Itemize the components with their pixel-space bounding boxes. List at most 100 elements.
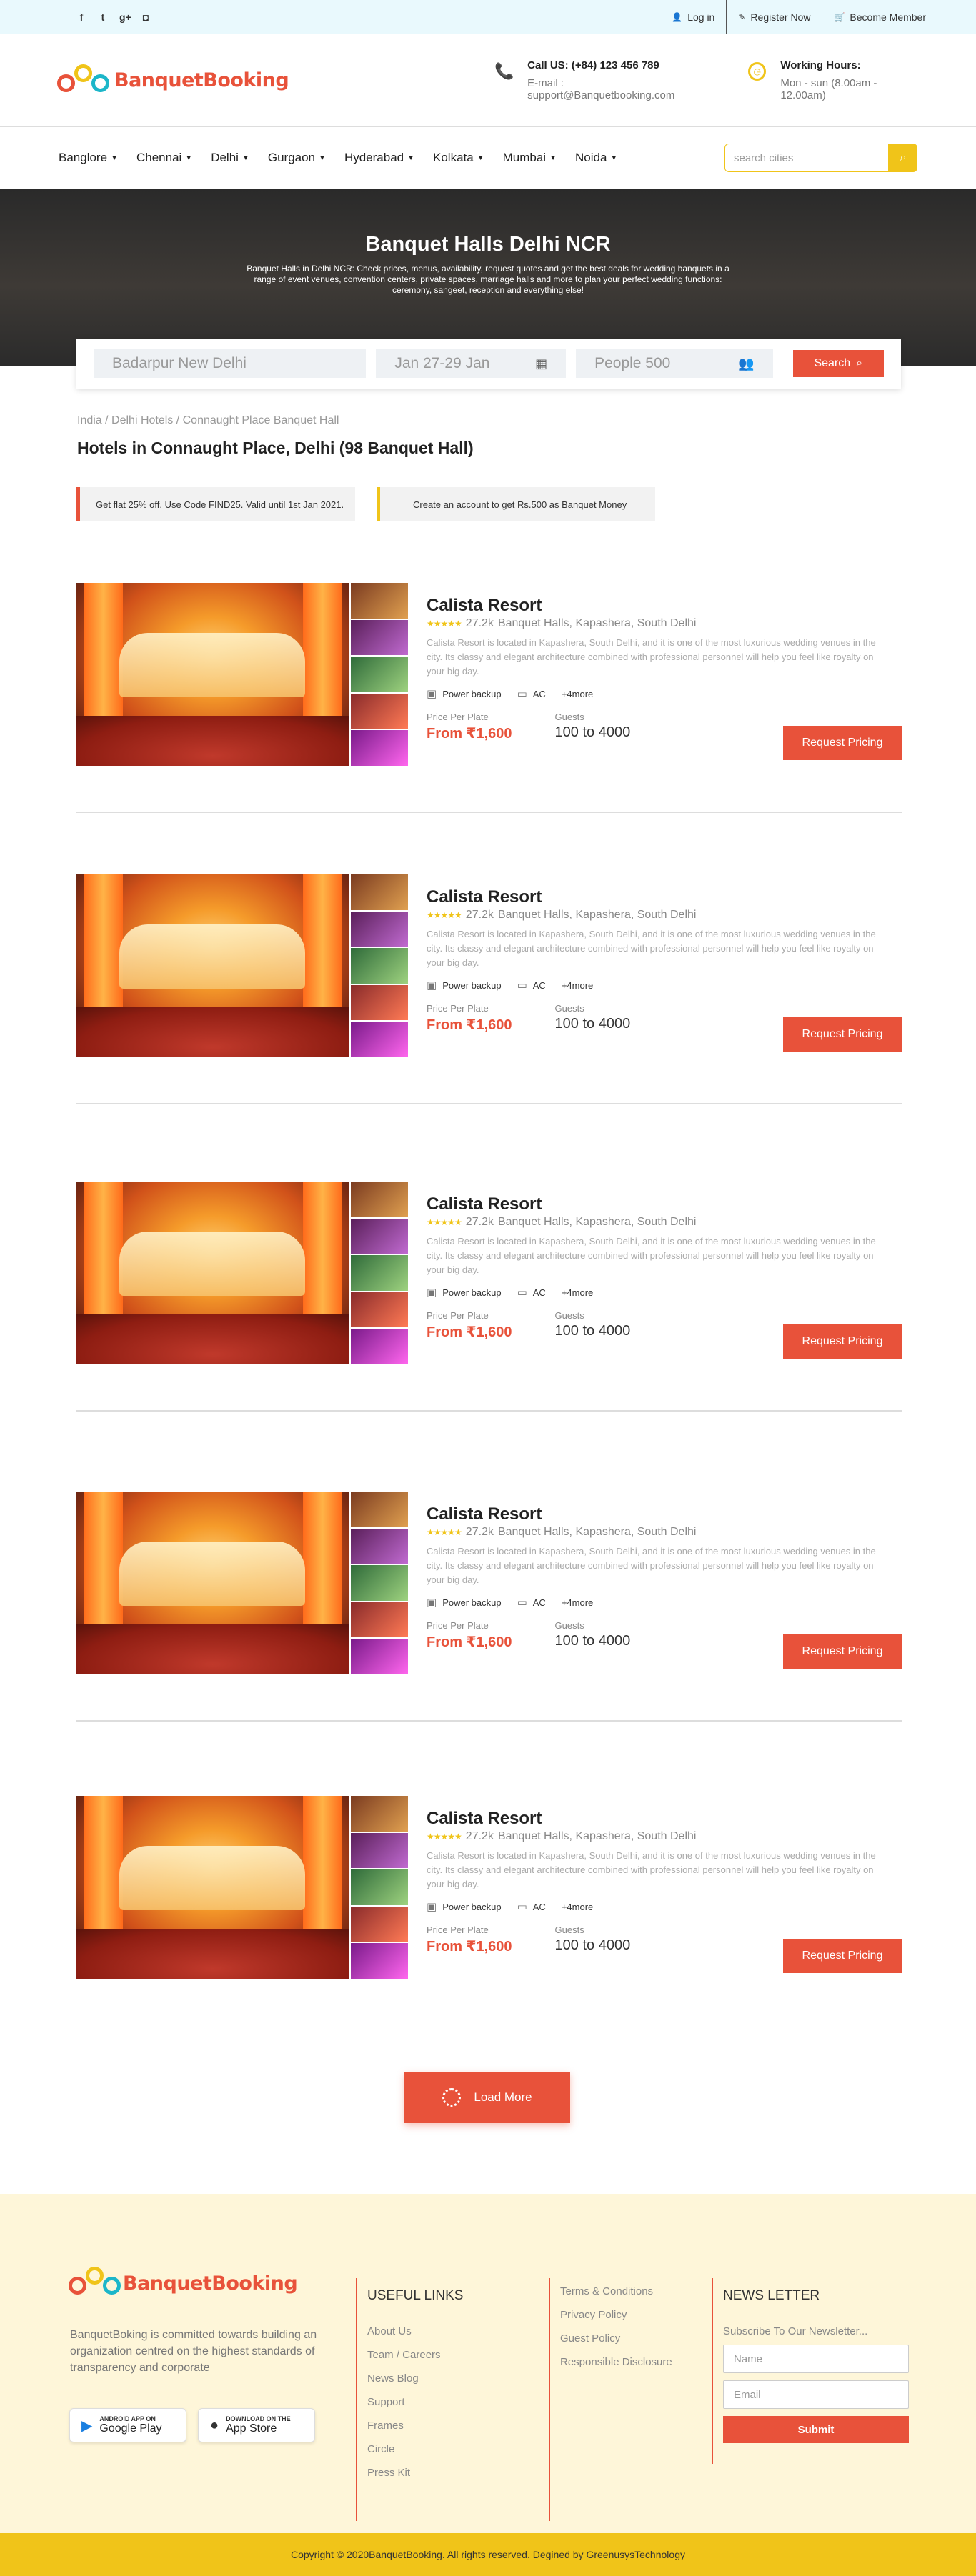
venue-thumbnail[interactable]: [351, 1022, 408, 1057]
venue-thumbnail[interactable]: [351, 693, 408, 729]
venue-card: Calista Resort ★★★★★ 27.2k Banquet Halls, K…: [76, 1492, 902, 1674]
venue-thumbnail[interactable]: [351, 1492, 408, 1527]
more-amenities-link[interactable]: +4more: [562, 689, 593, 699]
nav-item-gurgaon[interactable]: Gurgaon ▼: [268, 151, 326, 165]
venue-thumbnail[interactable]: [351, 874, 408, 910]
search-icon[interactable]: ⌕: [889, 144, 917, 172]
hours-title: Working Hours:: [780, 59, 861, 71]
nav-item-kolkata[interactable]: Kolkata ▼: [433, 151, 484, 165]
login-link[interactable]: 👤 Log in: [660, 0, 727, 34]
become-member-link[interactable]: 🛒 Become Member: [822, 0, 926, 34]
google-play-badge[interactable]: ▶ ANDROID APP ON Google Play: [69, 2408, 186, 2442]
venue-main-photo[interactable]: [76, 1492, 349, 1674]
nav-item-noida[interactable]: Noida ▼: [575, 151, 617, 165]
newsletter-column: NEWS LETTER Subscribe To Our Newsletter.…: [712, 2278, 909, 2464]
twitter-icon[interactable]: t: [98, 11, 108, 23]
more-amenities-link[interactable]: +4more: [562, 1287, 593, 1298]
register-link[interactable]: ✎ Register Now: [727, 0, 823, 34]
request-pricing-button[interactable]: Request Pricing: [783, 1324, 902, 1359]
venue-thumbnail[interactable]: [351, 948, 408, 984]
footer-link-about[interactable]: About Us: [367, 2325, 463, 2337]
venue-thumbnail[interactable]: [351, 1182, 408, 1217]
venue-thumbnail[interactable]: [351, 1796, 408, 1832]
listing-divider: [76, 812, 902, 813]
venue-thumbnail[interactable]: [351, 1639, 408, 1674]
app-store-badge[interactable]: ● DOWNLOAD ON THE App Store: [198, 2408, 315, 2442]
nav-item-mumbai[interactable]: Mumbai ▼: [503, 151, 557, 165]
newsletter-email-input[interactable]: Email: [723, 2380, 909, 2409]
price-label: Price Per Plate: [427, 712, 489, 722]
venue-name[interactable]: Calista Resort: [427, 1194, 902, 1214]
footer-link-press[interactable]: Press Kit: [367, 2467, 463, 2479]
more-amenities-link[interactable]: +4more: [562, 980, 593, 991]
footer-link-guest-policy[interactable]: Guest Policy: [560, 2332, 672, 2345]
footer-link-careers[interactable]: Team / Careers: [367, 2349, 463, 2361]
venue-thumbnail[interactable]: [351, 1528, 408, 1564]
venue-main-photo[interactable]: [76, 583, 349, 766]
location-input[interactable]: Badarpur New Delhi: [94, 349, 367, 378]
load-more-button[interactable]: Load More: [404, 2072, 570, 2123]
venue-name[interactable]: Calista Resort: [427, 1809, 902, 1829]
facebook-icon[interactable]: f: [76, 11, 86, 23]
loading-icon: [442, 2088, 462, 2107]
request-pricing-button[interactable]: Request Pricing: [783, 1017, 902, 1052]
venue-thumbnail[interactable]: [351, 1906, 408, 1942]
venue-thumbnail[interactable]: [351, 1292, 408, 1328]
venue-thumbnail[interactable]: [351, 1255, 408, 1291]
footer-link-terms[interactable]: Terms & Conditions: [560, 2285, 672, 2297]
request-pricing-button[interactable]: Request Pricing: [783, 726, 902, 760]
nav-item-delhi[interactable]: Delhi ▼: [211, 151, 249, 165]
people-input[interactable]: People 500 👥: [576, 349, 773, 378]
date-input[interactable]: Jan 27-29 Jan ▦: [376, 349, 567, 378]
venue-thumbnail[interactable]: [351, 1832, 408, 1869]
newsletter-name-input[interactable]: Name: [723, 2345, 909, 2373]
breadcrumb[interactable]: India / Delhi Hotels / Connaught Place B…: [77, 414, 339, 427]
nav-item-banglore[interactable]: Banglore ▼: [59, 151, 118, 165]
request-pricing-button[interactable]: Request Pricing: [783, 1634, 902, 1669]
venue-main-photo[interactable]: [76, 1796, 349, 1979]
venue-thumbnail[interactable]: [351, 619, 408, 656]
venue-thumbnail[interactable]: [351, 911, 408, 947]
footer-link-privacy[interactable]: Privacy Policy: [560, 2309, 672, 2321]
venue-name[interactable]: Calista Resort: [427, 596, 902, 616]
footer-link-blog[interactable]: News Blog: [367, 2372, 463, 2385]
venue-meta: ★★★★★ 27.2k Banquet Halls, Kapashera, Sout…: [427, 1830, 902, 1843]
site-logo[interactable]: BanquetBooking: [57, 63, 402, 99]
newsletter-submit-button[interactable]: Submit: [723, 2416, 909, 2443]
venue-thumbnail[interactable]: [351, 1869, 408, 1905]
request-pricing-button[interactable]: Request Pricing: [783, 1939, 902, 1973]
more-amenities-link[interactable]: +4more: [562, 1902, 593, 1912]
footer-link-frames[interactable]: Frames: [367, 2420, 463, 2432]
venue-thumbnail[interactable]: [351, 1565, 408, 1601]
venue-name[interactable]: Calista Resort: [427, 887, 902, 907]
venue-thumbnail[interactable]: [351, 1218, 408, 1254]
venue-thumbnail[interactable]: [351, 1943, 408, 1979]
venue-thumbnail[interactable]: [351, 657, 408, 692]
venue-thumbnail[interactable]: [351, 583, 408, 619]
venue-amenities: ▣ Power backup ▭ AC +4more: [427, 1287, 594, 1299]
venue-card: Calista Resort ★★★★★ 27.2k Banquet Halls, K…: [76, 583, 902, 766]
footer-link-disclosure[interactable]: Responsible Disclosure: [560, 2356, 672, 2368]
footer-link-support[interactable]: Support: [367, 2396, 463, 2408]
venue-thumbnail[interactable]: [351, 984, 408, 1021]
footer-logo[interactable]: BanquetBooking: [69, 2265, 298, 2301]
instagram-icon[interactable]: ◘: [141, 11, 151, 23]
venue-thumbnail[interactable]: [351, 1602, 408, 1638]
google-plus-icon[interactable]: g+: [119, 11, 131, 23]
search-button[interactable]: Search ⌕: [792, 350, 885, 377]
venue-name[interactable]: Calista Resort: [427, 1504, 902, 1524]
venue-main-photo[interactable]: [76, 1182, 349, 1364]
cart-icon: 🛒: [834, 12, 845, 22]
listing-divider: [76, 1720, 902, 1722]
venue-main-photo[interactable]: [76, 874, 349, 1057]
email-text[interactable]: E-mail : support@Banquetbooking.com: [527, 77, 705, 101]
venue-location: Banquet Halls, Kapashera, South Delhi: [497, 1216, 697, 1228]
venue-thumbnail[interactable]: [351, 1329, 408, 1364]
venue-thumbnail[interactable]: [351, 730, 408, 766]
city-search-input[interactable]: search cities: [724, 144, 889, 172]
nav-item-chennai[interactable]: Chennai ▼: [136, 151, 192, 165]
venue-info: Calista Resort ★★★★★ 27.2k Banquet Halls, K…: [427, 1504, 902, 1651]
footer-link-circle[interactable]: Circle: [367, 2443, 463, 2455]
nav-item-hyderabad[interactable]: Hyderabad ▼: [344, 151, 414, 165]
more-amenities-link[interactable]: +4more: [562, 1597, 593, 1608]
